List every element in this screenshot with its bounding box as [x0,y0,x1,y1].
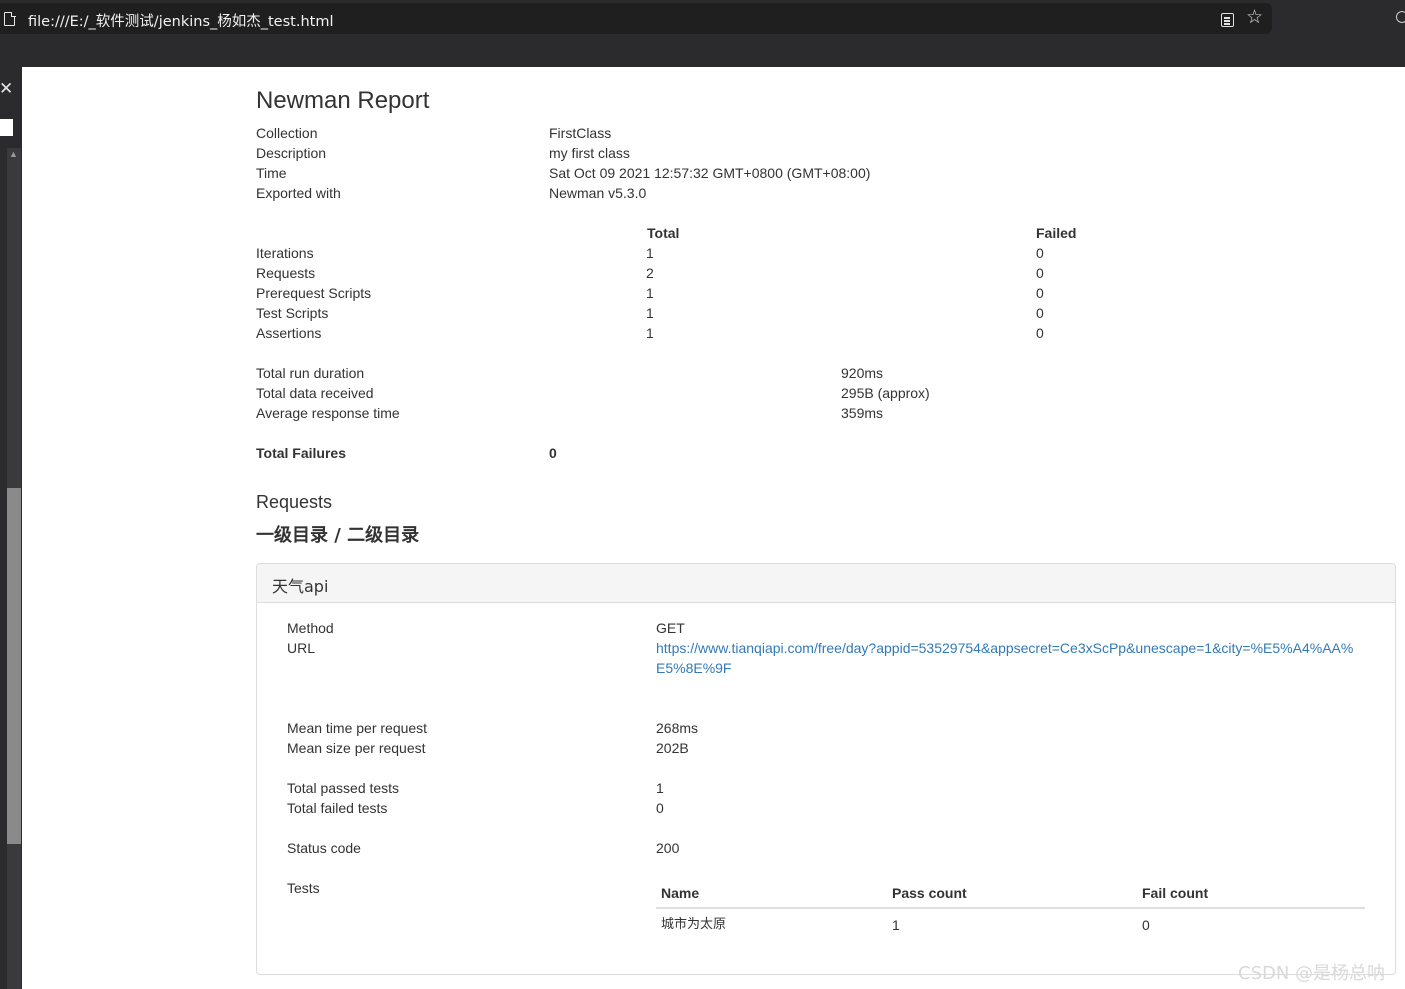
requests-heading: Requests [256,492,333,512]
status-code-value: 200 [656,840,680,856]
address-bar[interactable]: file:///E:/_软件测试/jenkins_杨如杰_test.html ☆ [0,3,1272,34]
stats-failed-assertions: 0 [1036,325,1044,341]
timing-value-duration: 920ms [841,365,884,381]
stats-label-requests: Requests [256,265,316,281]
stats-failed-test-scripts: 0 [1036,305,1044,321]
passed-tests-value: 1 [656,780,664,796]
info-value-collection: FirstClass [549,125,612,141]
tests-header-name: Name [661,885,700,901]
request-method-label: Method [287,620,334,636]
mean-size-label: Mean size per request [287,740,426,756]
info-value-time: Sat Oct 09 2021 12:57:32 GMT+0800 (GMT+0… [549,165,871,181]
stats-label-prerequest: Prerequest Scripts [256,285,372,301]
stats-total-test-scripts: 1 [646,305,654,321]
status-code-label: Status code [287,840,361,856]
timing-label-data: Total data received [256,385,374,401]
stats-total-iterations: 1 [646,245,654,261]
request-panel: 天气api [256,563,1396,975]
timing-value-data: 295B (approx) [841,385,930,401]
reader-mode-icon[interactable] [1221,13,1234,27]
total-failures-label: Total Failures [256,445,346,461]
watermark: CSDN @是杨总呐 [1238,963,1386,984]
info-label-description: Description [256,145,327,161]
passed-tests-label: Total passed tests [287,780,400,796]
test-row-fail: 0 [1142,917,1150,933]
request-url-label: URL [287,640,316,656]
info-label-time: Time [256,165,287,181]
timing-label-avg: Average response time [256,405,400,421]
failed-tests-label: Total failed tests [287,800,388,816]
request-url-link[interactable]: https://www.tianqiapi.com/free/day?appid… [656,638,1356,678]
close-icon[interactable]: ✕ [0,80,13,97]
mean-time-label: Mean time per request [287,720,428,736]
mean-size-value: 202B [656,740,689,756]
stats-total-assertions: 1 [646,325,654,341]
timing-label-duration: Total run duration [256,365,365,381]
tests-label: Tests [287,880,320,896]
timing-value-avg: 359ms [841,405,884,421]
info-value-description: my first class [549,145,630,161]
stats-total-requests: 2 [646,265,654,281]
side-panel-scroll-thumb[interactable] [7,488,21,844]
page-title: Newman Report [256,87,430,114]
stats-label-assertions: Assertions [256,325,322,341]
total-failures-value: 0 [549,445,557,461]
tests-table-divider [656,907,1365,909]
stats-failed-iterations: 0 [1036,245,1044,261]
stats-total-prerequest: 1 [646,285,654,301]
request-panel-header[interactable]: 天气api [257,564,1395,603]
stats-label-iterations: Iterations [256,245,314,261]
stats-failed-prerequest: 0 [1036,285,1044,301]
test-row-name: 城市为太原 [661,917,727,932]
side-panel-input[interactable] [0,119,13,136]
mean-time-value: 268ms [656,720,699,736]
page-icon [4,11,16,26]
test-row-pass: 1 [892,917,900,933]
request-name: 天气api [272,577,329,596]
stats-label-test-scripts: Test Scripts [256,305,329,321]
address-url[interactable]: file:///E:/_软件测试/jenkins_杨如杰_test.html [28,10,333,31]
favorite-star-icon[interactable]: ☆ [1246,8,1263,27]
tests-header-pass: Pass count [892,885,967,901]
folder-title: 一级目录 / 二级目录 [256,525,420,546]
scroll-up-arrow-icon[interactable]: ▲ [9,150,18,159]
info-value-exported: Newman v5.3.0 [549,185,647,201]
request-method-value: GET [656,620,685,636]
stats-failed-requests: 0 [1036,265,1044,281]
stats-header-total: Total [647,225,680,241]
tests-header-fail: Fail count [1142,885,1209,901]
failed-tests-value: 0 [656,800,664,816]
stats-header-failed: Failed [1036,225,1077,241]
browser-toolbar: file:///E:/_软件测试/jenkins_杨如杰_test.html ☆ [0,0,1405,67]
info-label-exported: Exported with [256,185,341,201]
browser-extension-icon[interactable] [1396,11,1405,23]
info-label-collection: Collection [256,125,318,141]
